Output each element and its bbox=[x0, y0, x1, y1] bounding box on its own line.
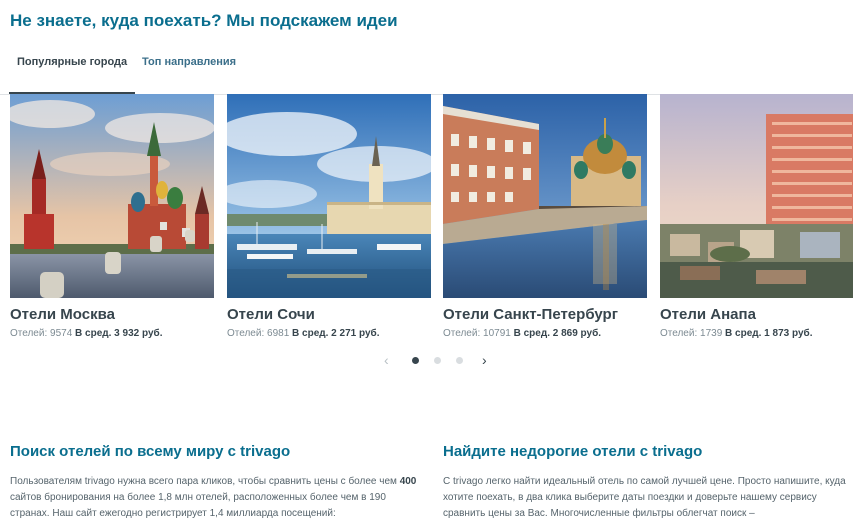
city-name[interactable]: Отели Санкт-Петербург bbox=[443, 306, 618, 323]
section-text-part: сайтов бронирования на более 1,8 млн оте… bbox=[10, 492, 386, 519]
city-stats: Отелей: 10791 В сред. 2 869 руб. bbox=[443, 328, 601, 339]
carousel-next-button[interactable]: › bbox=[482, 351, 487, 369]
city-card-saint-petersburg[interactable]: Отели Санкт-Петербург Отелей: 10791 В ср… bbox=[443, 94, 647, 339]
tab-top-destinations-label: Топ направления bbox=[142, 56, 237, 68]
hotel-count: Отелей: 10791 bbox=[443, 328, 511, 339]
carousel-dot-3[interactable] bbox=[456, 357, 463, 364]
hotel-count: Отелей: 1739 bbox=[660, 328, 723, 339]
average-price: В сред. 1 873 руб. bbox=[725, 328, 813, 339]
anapa-photo[interactable] bbox=[660, 94, 853, 298]
site-count: 400 bbox=[399, 476, 417, 487]
section-text-worldwide: Пользователям trivago нужна всего пара к… bbox=[10, 474, 420, 522]
average-price: В сред. 2 271 руб. bbox=[292, 328, 380, 339]
section-text-cheap-hotels: С trivago легко найти идеальный отель по… bbox=[443, 476, 846, 519]
moscow-photo[interactable] bbox=[10, 94, 214, 298]
average-price: В сред. 2 869 руб. bbox=[513, 328, 602, 339]
saint-petersburg-photo[interactable] bbox=[443, 94, 647, 298]
city-stats: Отелей: 1739 В сред. 1 873 руб. bbox=[660, 328, 812, 339]
city-card-moscow[interactable]: Отели Москва Отелей: 9574 В сред. 3 932 … bbox=[10, 94, 214, 339]
section-text-part: Пользователям trivago нужна всего пара к… bbox=[10, 476, 400, 487]
carousel-pagination: ‹ › bbox=[384, 351, 494, 369]
city-card-sochi[interactable]: Отели Сочи Отелей: 6981 В сред. 2 271 ру… bbox=[227, 94, 431, 339]
tab-popular-cities-label: Популярные города bbox=[17, 56, 128, 68]
city-card-anapa[interactable]: Отели Анапа Отелей: 1739 В сред. 1 873 р… bbox=[660, 94, 853, 339]
carousel-dot-2[interactable] bbox=[434, 357, 441, 364]
city-name[interactable]: Отели Москва bbox=[10, 306, 115, 323]
average-price: В сред. 3 932 руб. bbox=[75, 328, 163, 339]
hotel-count: Отелей: 6981 bbox=[227, 328, 290, 339]
city-name[interactable]: Отели Сочи bbox=[227, 306, 315, 323]
carousel-dot-1[interactable] bbox=[412, 357, 419, 364]
city-stats: Отелей: 9574 В сред. 3 932 руб. bbox=[10, 328, 162, 339]
destination-tabs: Популярные города Топ направления bbox=[0, 48, 853, 95]
section-title-cheap-hotels: Найдите недорогие отели с trivago bbox=[443, 443, 703, 460]
tab-top-destinations[interactable]: Топ направления bbox=[142, 48, 236, 92]
city-stats: Отелей: 6981 В сред. 2 271 руб. bbox=[227, 328, 379, 339]
section-title-worldwide: Поиск отелей по всему миру с trivago bbox=[10, 443, 291, 460]
city-name[interactable]: Отели Анапа bbox=[660, 306, 756, 323]
page-title: Не знаете, куда поехать? Мы подскажем ид… bbox=[10, 11, 398, 30]
carousel-prev-button[interactable]: ‹ bbox=[384, 351, 389, 369]
sochi-photo[interactable] bbox=[227, 94, 431, 298]
tab-popular-cities[interactable]: Популярные города bbox=[9, 48, 135, 94]
hotel-count: Отелей: 9574 bbox=[10, 328, 73, 339]
